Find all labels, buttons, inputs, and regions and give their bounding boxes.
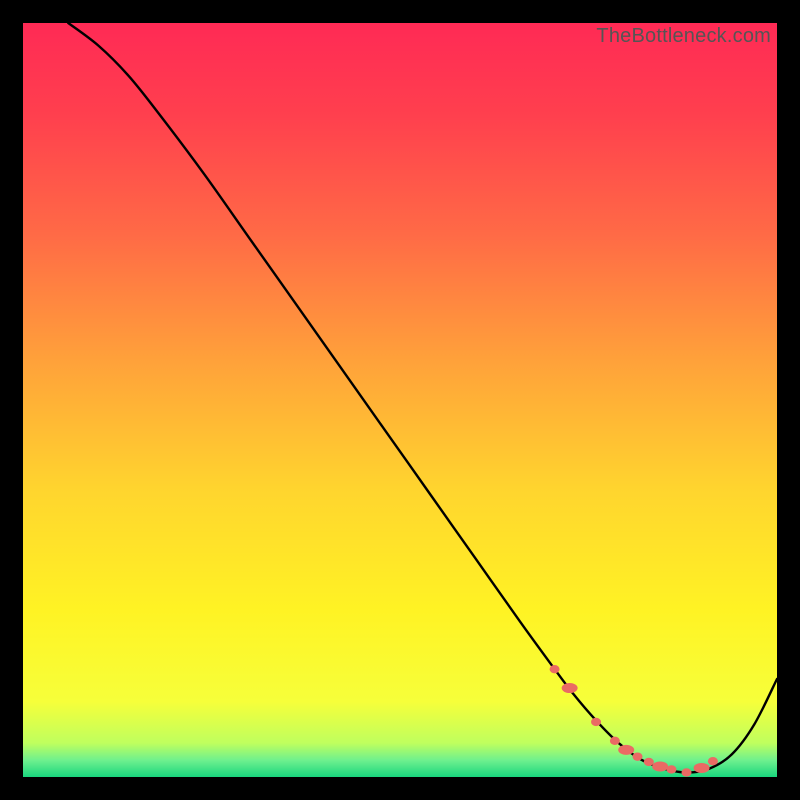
marker-dot bbox=[682, 768, 692, 776]
marker-dot bbox=[550, 665, 560, 673]
marker-dot bbox=[644, 758, 654, 766]
marker-dot bbox=[591, 718, 601, 726]
marker-dot bbox=[652, 761, 668, 771]
marker-dot bbox=[618, 745, 634, 755]
marker-dot bbox=[562, 683, 578, 693]
optimal-range-markers bbox=[550, 665, 718, 777]
marker-dot bbox=[666, 765, 676, 773]
marker-dot bbox=[610, 737, 620, 745]
chart-frame: TheBottleneck.com bbox=[23, 23, 777, 777]
watermark-text: TheBottleneck.com bbox=[596, 25, 771, 48]
marker-dot bbox=[694, 763, 710, 773]
marker-dot bbox=[708, 757, 718, 765]
marker-dot bbox=[633, 752, 643, 760]
chart-svg bbox=[23, 23, 777, 777]
bottleneck-curve bbox=[68, 23, 777, 772]
